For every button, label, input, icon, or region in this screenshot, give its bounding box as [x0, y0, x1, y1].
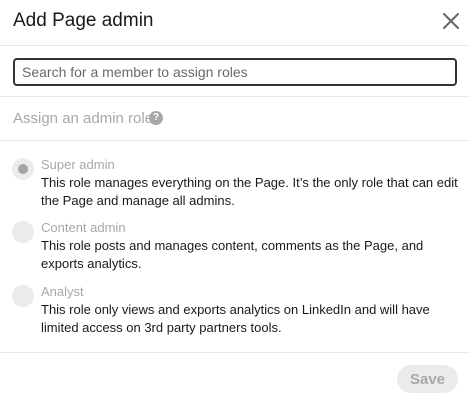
radio-super-admin[interactable] [12, 158, 34, 180]
member-search-input[interactable] [13, 58, 457, 86]
role-name: Analyst [41, 284, 84, 299]
role-name: Super admin [41, 157, 115, 172]
role-name: Content admin [41, 220, 126, 235]
close-icon [443, 13, 459, 29]
help-icon[interactable]: ? [149, 111, 163, 125]
radio-content-admin[interactable] [12, 221, 34, 243]
member-search-section [0, 46, 470, 97]
role-description: This role posts and manages content, com… [41, 238, 424, 271]
dialog-footer: Save [0, 352, 470, 397]
close-button[interactable] [438, 8, 464, 34]
role-description: This role only views and exports analyti… [41, 302, 430, 335]
role-description: This role manages everything on the Page… [41, 175, 458, 208]
add-page-admin-dialog: Add Page admin Assign an admin role ? Su… [0, 0, 470, 397]
dialog-title: Add Page admin [13, 10, 154, 31]
radio-analyst[interactable] [12, 285, 34, 307]
role-section-header: Assign an admin role ? [0, 97, 470, 141]
save-button[interactable]: Save [397, 365, 458, 393]
role-section-label: Assign an admin role [13, 110, 154, 127]
dialog-header: Add Page admin [0, 0, 470, 46]
